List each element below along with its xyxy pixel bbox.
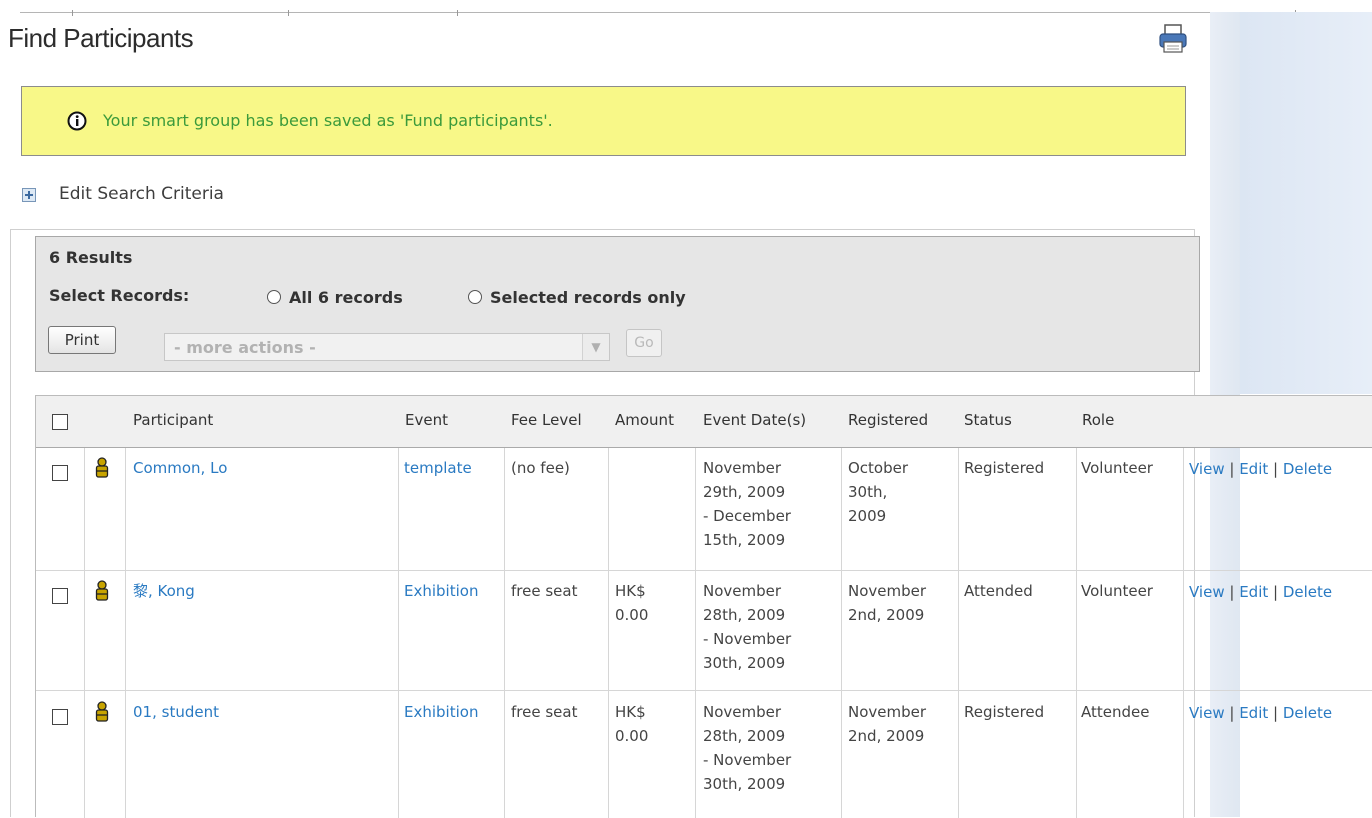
message-text: Your smart group has been saved as 'Fund… xyxy=(103,111,553,130)
col-header-role[interactable]: Role xyxy=(1082,411,1114,429)
event-dates: November 28th, 2009 - November 30th, 200… xyxy=(703,703,792,793)
printer-icon[interactable] xyxy=(1156,22,1190,56)
radio-selected-records-label[interactable]: Selected records only xyxy=(490,288,686,307)
info-icon xyxy=(67,111,87,131)
page-title: Find Participants xyxy=(8,23,194,53)
column-divider xyxy=(504,448,505,818)
person-icon xyxy=(95,580,109,601)
registered-date: November 2nd, 2009 xyxy=(848,582,927,624)
column-divider xyxy=(398,448,399,818)
col-header-amount[interactable]: Amount xyxy=(615,411,674,429)
edit-link[interactable]: Edit xyxy=(1239,460,1268,478)
select-all-checkbox[interactable] xyxy=(52,414,68,430)
event-link[interactable]: template xyxy=(404,456,472,480)
view-link[interactable]: View xyxy=(1189,704,1225,722)
row-actions: View | Edit | Delete xyxy=(1189,460,1333,478)
participant-link[interactable]: 01, student xyxy=(133,700,219,724)
column-divider xyxy=(125,448,126,818)
registered-date: October 30th, 2009 xyxy=(848,459,909,525)
edit-search-criteria-label[interactable]: Edit Search Criteria xyxy=(59,184,224,204)
right-sidebar-panel-upper xyxy=(1240,12,1372,394)
column-divider xyxy=(958,448,959,818)
radio-all-records-label[interactable]: All 6 records xyxy=(289,288,403,307)
person-icon xyxy=(95,457,109,478)
column-divider xyxy=(695,448,696,818)
row-actions: View | Edit | Delete xyxy=(1189,583,1333,601)
delete-link[interactable]: Delete xyxy=(1283,704,1332,722)
column-divider xyxy=(1183,448,1184,818)
radio-selected-records[interactable] xyxy=(468,290,482,304)
status-message: Your smart group has been saved as 'Fund… xyxy=(21,86,1186,156)
select-records-label: Select Records: xyxy=(49,286,190,305)
row-divider xyxy=(36,690,1372,691)
fee-level: free seat xyxy=(511,582,578,600)
radio-all-records[interactable] xyxy=(267,290,281,304)
col-header-fee-level[interactable]: Fee Level xyxy=(511,411,582,429)
column-divider xyxy=(841,448,842,818)
event-dates: November 28th, 2009 - November 30th, 200… xyxy=(703,582,792,672)
delete-link[interactable]: Delete xyxy=(1283,583,1332,601)
top-divider xyxy=(20,0,1372,16)
divider-tick xyxy=(72,10,73,16)
role: Volunteer xyxy=(1081,459,1153,477)
view-link[interactable]: View xyxy=(1189,460,1225,478)
role: Attendee xyxy=(1081,703,1150,721)
status: Registered xyxy=(964,703,1045,721)
fee-level: (no fee) xyxy=(511,459,570,477)
col-header-event[interactable]: Event xyxy=(405,411,448,429)
chevron-down-icon[interactable]: ▼ xyxy=(582,334,609,360)
status: Attended xyxy=(964,582,1033,600)
row-divider xyxy=(36,570,1372,571)
more-actions-select[interactable]: - more actions - ▼ xyxy=(164,333,610,361)
participant-link[interactable]: Common, Lo xyxy=(133,456,227,480)
fee-level: free seat xyxy=(511,703,578,721)
divider-tick xyxy=(288,10,289,16)
expand-plus-icon[interactable] xyxy=(22,188,36,202)
amount: HK$ 0.00 xyxy=(615,703,649,745)
event-link[interactable]: Exhibition xyxy=(404,579,478,603)
role: Volunteer xyxy=(1081,582,1153,600)
row-checkbox[interactable] xyxy=(52,465,68,481)
row-actions: View | Edit | Delete xyxy=(1189,704,1333,722)
column-divider xyxy=(608,448,609,818)
event-dates: November 29th, 2009 - December 15th, 200… xyxy=(703,459,791,549)
view-link[interactable]: View xyxy=(1189,583,1225,601)
edit-link[interactable]: Edit xyxy=(1239,583,1268,601)
go-button[interactable]: Go xyxy=(626,329,662,357)
col-header-event-dates[interactable]: Event Date(s) xyxy=(703,411,806,429)
print-button[interactable]: Print xyxy=(48,326,116,354)
delete-link[interactable]: Delete xyxy=(1283,460,1332,478)
edit-link[interactable]: Edit xyxy=(1239,704,1268,722)
person-icon xyxy=(95,701,109,722)
column-divider xyxy=(1076,448,1077,818)
col-header-status[interactable]: Status xyxy=(964,411,1012,429)
status: Registered xyxy=(964,459,1045,477)
results-actions-box: 6 Results Select Records: All 6 records … xyxy=(35,236,1200,372)
column-divider xyxy=(84,448,85,818)
col-header-participant[interactable]: Participant xyxy=(133,411,213,429)
event-link[interactable]: Exhibition xyxy=(404,700,478,724)
participants-table: Participant Event Fee Level Amount Event… xyxy=(35,395,1372,818)
row-checkbox[interactable] xyxy=(52,588,68,604)
table-header: Participant Event Fee Level Amount Event… xyxy=(36,396,1372,448)
col-header-registered[interactable]: Registered xyxy=(848,411,928,429)
divider-tick xyxy=(457,10,458,16)
row-checkbox[interactable] xyxy=(52,709,68,725)
amount: HK$ 0.00 xyxy=(615,582,649,624)
more-actions-value: - more actions - xyxy=(174,338,316,357)
registered-date: November 2nd, 2009 xyxy=(848,703,927,745)
participant-link[interactable]: 黎, Kong xyxy=(133,579,195,603)
results-count: 6 Results xyxy=(49,248,133,267)
